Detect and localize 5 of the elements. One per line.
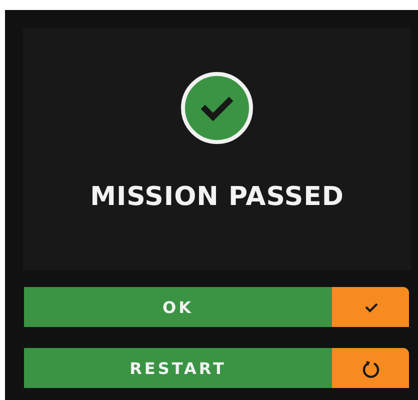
action-button[interactable]: OK [24, 287, 409, 327]
success-check-icon [181, 72, 253, 144]
action-button[interactable]: RESTART [24, 348, 409, 388]
circular-arrow-icon [360, 358, 380, 378]
dialog-title: MISSION PASSED [90, 182, 344, 212]
